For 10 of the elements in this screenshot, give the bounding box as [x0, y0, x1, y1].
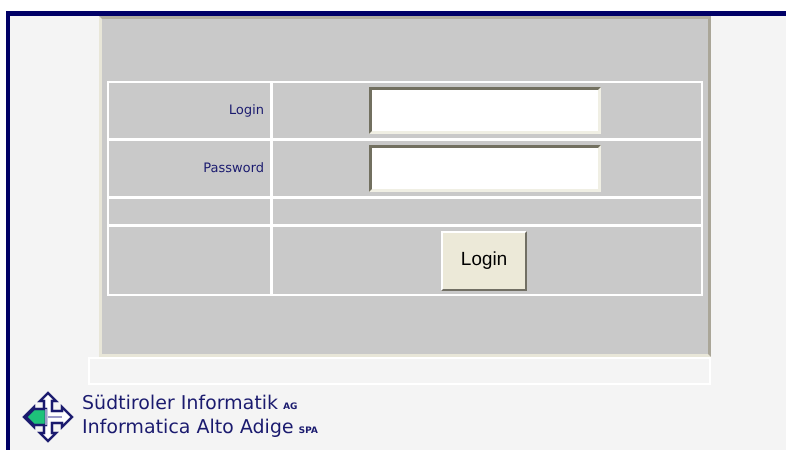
logo-suffix: AG	[283, 401, 298, 414]
logo-text: Informatica Alto Adige	[82, 417, 294, 437]
logo-icon	[20, 389, 76, 445]
field-label: Login	[228, 102, 264, 120]
logo-text: Südtiroler Informatik	[82, 393, 278, 413]
field-label: Password	[203, 160, 264, 178]
input-field[interactable]	[369, 145, 601, 192]
login-button[interactable]: Login	[441, 230, 527, 290]
logo-suffix: SPA	[298, 425, 318, 438]
input-field[interactable]	[369, 87, 601, 134]
